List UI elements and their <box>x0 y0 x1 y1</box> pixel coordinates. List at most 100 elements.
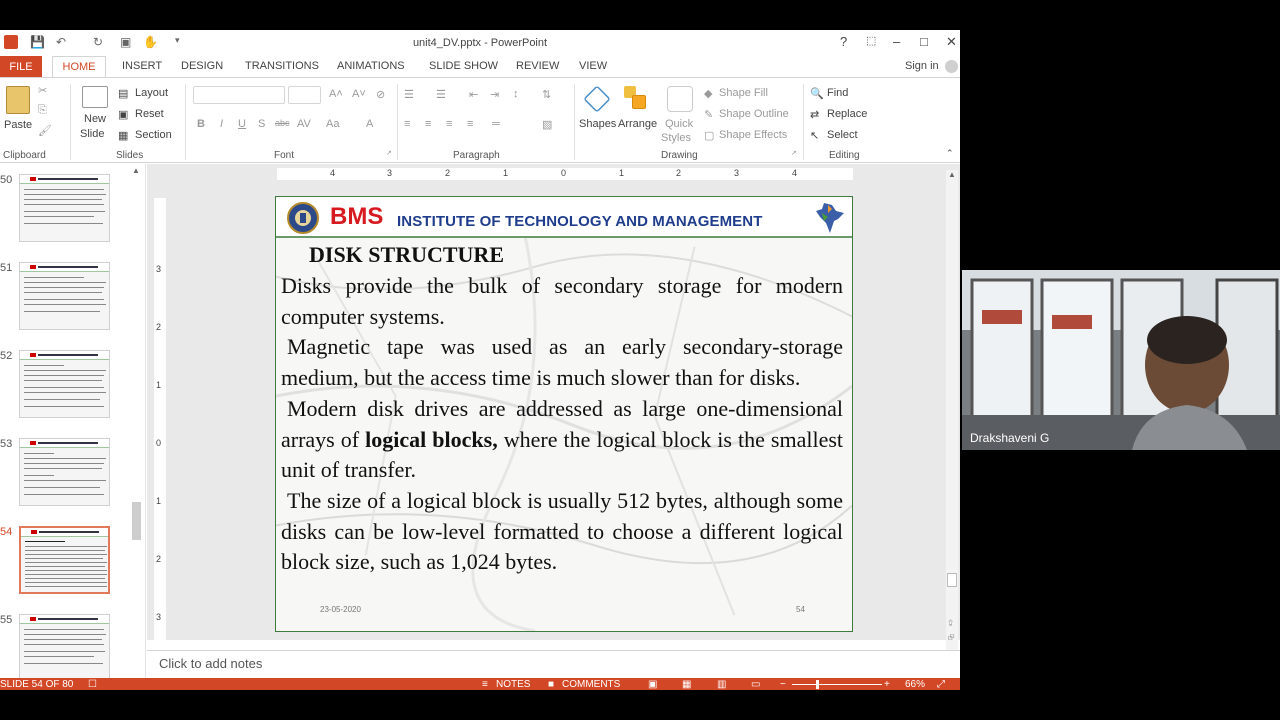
maximize-button[interactable]: □ <box>920 34 928 49</box>
close-button[interactable]: ✕ <box>946 34 957 50</box>
find-icon[interactable]: 🔍 <box>810 87 824 100</box>
scroll-up-icon[interactable]: ▲ <box>948 170 956 179</box>
layout-button[interactable]: Layout <box>135 87 168 99</box>
layout-icon[interactable]: ▤ <box>118 87 128 100</box>
tab-view[interactable]: VIEW <box>579 60 607 72</box>
shape-fill-button[interactable]: Shape Fill <box>719 87 768 99</box>
ribbon-display-options-icon[interactable]: ⬚ <box>866 34 876 47</box>
align-right-icon[interactable]: ≡ <box>446 118 452 130</box>
format-painter-icon[interactable]: 🖌 <box>38 124 52 137</box>
previous-slide-icon[interactable]: ⮸ <box>948 618 953 632</box>
slide-thumbnail-selected[interactable] <box>19 526 110 594</box>
tab-transitions[interactable]: TRANSITIONS <box>245 60 319 72</box>
shadow-button[interactable]: S <box>258 118 265 130</box>
paste-button[interactable]: Paste <box>4 119 32 131</box>
select-button[interactable]: Select <box>827 129 858 141</box>
italic-button[interactable]: I <box>220 118 223 130</box>
font-color-icon[interactable]: A <box>366 118 373 130</box>
slide-canvas[interactable]: BMS INSTITUTE OF TECHNOLOGY AND MANAGEME… <box>275 196 853 632</box>
slide-thumbnail[interactable] <box>19 174 110 242</box>
reset-button[interactable]: Reset <box>135 108 164 120</box>
align-center-icon[interactable]: ≡ <box>425 118 431 130</box>
section-button[interactable]: Section <box>135 129 172 141</box>
zoom-slider-thumb[interactable] <box>816 680 819 689</box>
character-spacing-icon[interactable]: AV <box>297 118 311 130</box>
next-slide-icon[interactable]: ⮺ <box>948 632 954 646</box>
shape-outline-button[interactable]: Shape Outline <box>719 108 789 120</box>
select-icon[interactable]: ↖ <box>810 129 819 142</box>
justify-icon[interactable]: ≡ <box>467 118 473 130</box>
clear-formatting-icon[interactable]: ⊘ <box>376 88 385 101</box>
slide-thumbnail[interactable] <box>19 350 110 418</box>
help-button[interactable]: ? <box>840 34 847 49</box>
zoom-level[interactable]: 66% <box>905 679 925 690</box>
strikethrough-button[interactable]: abc <box>275 118 290 128</box>
font-name-box[interactable] <box>193 86 285 104</box>
drawing-dialog-launcher-icon[interactable]: ↗ <box>791 149 797 157</box>
shrink-font-icon[interactable]: A˅ <box>352 88 366 100</box>
user-avatar-icon[interactable] <box>945 60 958 73</box>
quick-styles-label-2[interactable]: Styles <box>661 132 691 144</box>
tab-home[interactable]: HOME <box>52 56 106 78</box>
scrollbar-thumb[interactable] <box>947 573 957 587</box>
slide-thumbnail[interactable] <box>19 614 110 682</box>
smartart-icon[interactable]: ▧ <box>542 118 552 131</box>
zoom-out-icon[interactable]: − <box>780 679 786 690</box>
notes-placeholder[interactable]: Click to add notes <box>159 656 262 671</box>
decrease-indent-icon[interactable]: ⇤ <box>469 88 478 101</box>
spell-check-icon[interactable]: ☐ <box>88 679 97 690</box>
zoom-slider[interactable] <box>792 684 882 685</box>
reset-icon[interactable]: ▣ <box>118 108 128 121</box>
bullets-icon[interactable]: ☰ <box>404 88 414 101</box>
shapes-icon[interactable] <box>583 85 611 113</box>
tab-design[interactable]: DESIGN <box>181 60 223 72</box>
underline-button[interactable]: U <box>238 118 246 130</box>
increase-indent-icon[interactable]: ⇥ <box>490 88 499 101</box>
scrollbar-thumb[interactable] <box>132 502 141 540</box>
shapes-button[interactable]: Shapes <box>579 118 616 130</box>
quick-styles-label[interactable]: Quick <box>665 118 693 130</box>
paste-icon[interactable] <box>6 86 30 114</box>
thumbnail-scrollbar[interactable]: ▲ ▼ <box>130 164 144 680</box>
shape-effects-button[interactable]: Shape Effects <box>719 129 787 141</box>
numbering-icon[interactable]: ☰ <box>436 88 446 101</box>
line-spacing-icon[interactable]: ↕ <box>513 88 519 100</box>
fit-to-window-icon[interactable]: ⤢ <box>937 679 945 690</box>
new-slide-icon[interactable] <box>82 86 108 108</box>
comments-button[interactable]: COMMENTS <box>562 679 620 690</box>
new-slide-label-2[interactable]: Slide <box>80 128 104 140</box>
align-left-icon[interactable]: ≡ <box>404 118 410 130</box>
copy-icon[interactable]: ⎘ <box>38 104 47 117</box>
slide-scrollbar[interactable]: ▲ ⮸ ⮺ <box>946 170 958 650</box>
arrange-button[interactable]: Arrange <box>618 118 657 130</box>
collapse-ribbon-icon[interactable]: ⌃ <box>946 148 954 159</box>
text-direction-icon[interactable]: ⇅ <box>542 88 551 101</box>
slide-thumbnail[interactable] <box>19 438 110 506</box>
tab-review[interactable]: REVIEW <box>516 60 559 72</box>
new-slide-label[interactable]: New <box>84 113 106 125</box>
minimize-button[interactable]: – <box>893 34 900 49</box>
slide-show-icon[interactable]: ▭ <box>751 679 760 690</box>
shape-effects-icon[interactable]: ▢ <box>704 129 714 142</box>
tab-animations[interactable]: ANIMATIONS <box>337 60 405 72</box>
change-case-icon[interactable]: Aa <box>326 118 339 130</box>
replace-button[interactable]: Replace <box>827 108 867 120</box>
font-dialog-launcher-icon[interactable]: ↗ <box>386 149 392 157</box>
cut-icon[interactable]: ✂ <box>38 84 47 97</box>
replace-icon[interactable]: ⇄ <box>810 108 819 121</box>
find-button[interactable]: Find <box>827 87 848 99</box>
tab-file[interactable]: FILE <box>0 56 42 78</box>
reading-view-icon[interactable]: ▥ <box>717 679 726 690</box>
shape-fill-icon[interactable]: ◆ <box>704 87 712 100</box>
bold-button[interactable]: B <box>197 118 205 130</box>
quick-styles-icon[interactable] <box>667 86 693 112</box>
scroll-up-icon[interactable]: ▲ <box>132 166 140 175</box>
slide-thumbnail[interactable] <box>19 262 110 330</box>
zoom-in-icon[interactable]: + <box>884 679 890 690</box>
font-size-box[interactable] <box>288 86 321 104</box>
slide-body-text[interactable]: Disks provide the bulk of secondary stor… <box>281 271 843 578</box>
notes-button[interactable]: NOTES <box>496 679 530 690</box>
section-icon[interactable]: ▦ <box>118 129 128 142</box>
tab-insert[interactable]: INSERT <box>122 60 162 72</box>
slide-title[interactable]: DISK STRUCTURE <box>309 242 504 268</box>
